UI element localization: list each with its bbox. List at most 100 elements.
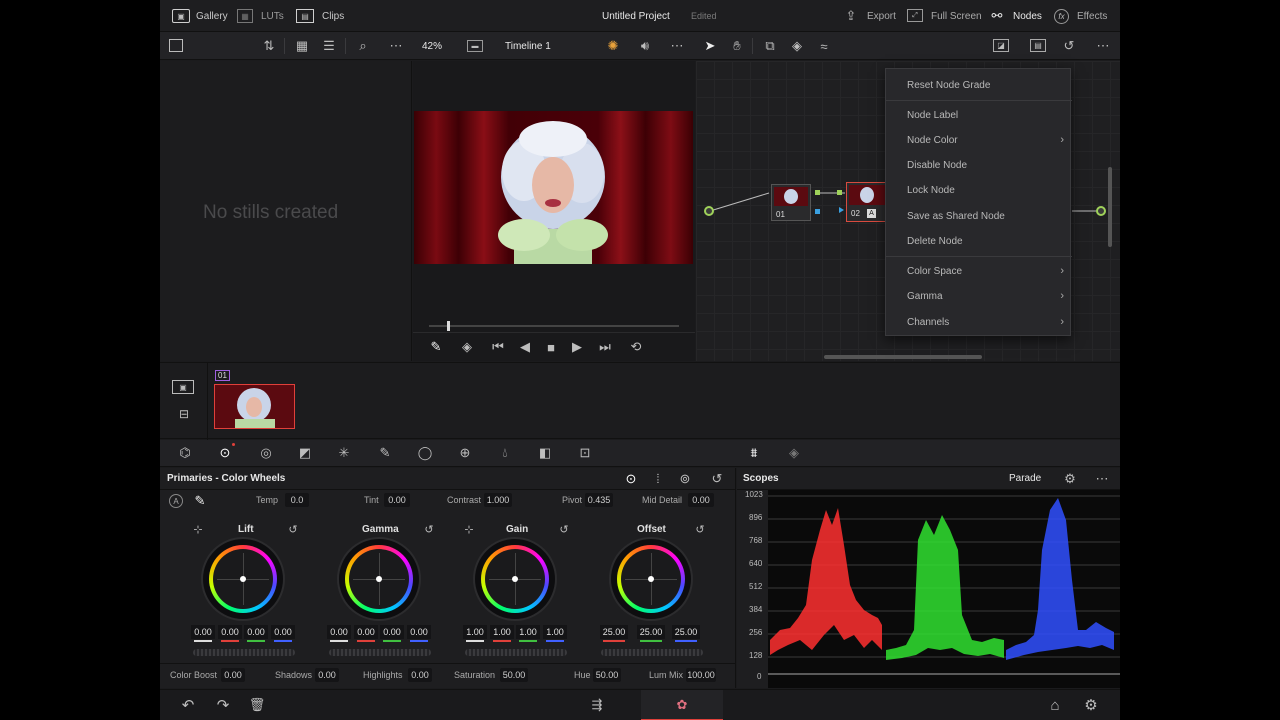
timeline-scrubber[interactable] [429, 325, 679, 327]
layers-icon[interactable]: ◈ [789, 38, 805, 54]
horizontal-scrollbar[interactable] [824, 355, 982, 359]
effects-tab[interactable]: Effects [1077, 11, 1107, 22]
hue-value[interactable]: 50.00 [593, 668, 621, 682]
node-key-connector[interactable] [815, 209, 820, 214]
edit-page-icon[interactable]: ⇶ [586, 696, 608, 714]
lift-picker-icon[interactable]: ⊹ [191, 522, 205, 536]
pointer-icon[interactable]: ➤ [703, 38, 717, 54]
node-output-connector[interactable] [815, 190, 820, 195]
node-layout-icon[interactable]: ⧉ [761, 38, 779, 54]
highlights-value[interactable]: 0.00 [408, 668, 432, 682]
more-options-icon[interactable]: ⋯ [387, 38, 405, 54]
clips-tab[interactable]: Clips [322, 11, 344, 22]
gamma-b-value[interactable]: 0.00 [407, 625, 431, 642]
saturation-value[interactable]: 50.00 [500, 668, 528, 682]
settings-gear-icon[interactable]: ⚙︎ [1082, 696, 1100, 714]
more-options-icon[interactable]: ⋯ [1094, 38, 1112, 54]
menu-item-node-color[interactable]: Node Color › [886, 128, 1072, 152]
eyedropper-icon[interactable]: ✎ [192, 493, 208, 509]
menu-item-reset-node-grade[interactable]: Reset Node Grade [886, 73, 1072, 97]
gain-g-value[interactable]: 1.00 [516, 625, 540, 642]
menu-item-disable-node[interactable]: Disable Node [886, 153, 1072, 177]
tracker-icon[interactable]: ⊕ [456, 444, 474, 462]
gamma-wheel[interactable] [339, 539, 419, 619]
offset-r-value[interactable]: 25.00 [600, 625, 628, 642]
color-wheels-mode-icon[interactable]: ⊙ [623, 471, 639, 487]
wheel-handle[interactable] [240, 576, 246, 582]
loop-icon[interactable]: ⟲ [626, 338, 646, 356]
audio-icon[interactable]: 🔊︎ [636, 38, 654, 54]
gain-b-value[interactable]: 1.00 [543, 625, 567, 642]
blur-icon[interactable]: 💧︎ [496, 444, 514, 462]
gamma-reset-icon[interactable]: ↺ [422, 522, 436, 536]
lift-r-value[interactable]: 0.00 [218, 625, 242, 642]
sidebar-toggle-icon[interactable] [169, 39, 183, 52]
gain-wheel[interactable] [475, 539, 555, 619]
lift-master-wheel[interactable] [193, 649, 295, 656]
contrast-value[interactable]: 1.000 [484, 493, 512, 507]
wheel-handle[interactable] [648, 576, 654, 582]
offset-b-value[interactable]: 25.00 [672, 625, 700, 642]
color-wheels-icon[interactable]: ⊙ [216, 444, 234, 462]
middetail-value[interactable]: 0.00 [688, 493, 714, 507]
playhead[interactable] [447, 321, 450, 331]
node-01[interactable]: 01 [771, 184, 811, 221]
offset-wheel[interactable] [611, 539, 691, 619]
viewer-mode-icon[interactable]: ▬ [467, 40, 483, 52]
sort-icon[interactable]: ⇅ [260, 38, 278, 54]
more-options-icon[interactable]: ⋯ [1093, 471, 1111, 487]
timeline-view-icon[interactable]: ⊟ [173, 407, 195, 421]
trash-icon[interactable]: 🗑︎ [248, 696, 266, 714]
color-sync-icon[interactable]: ✺ [604, 38, 622, 54]
clip-thumbnail[interactable] [214, 384, 295, 429]
auto-balance-button[interactable]: A [169, 494, 183, 508]
offset-reset-icon[interactable]: ↺ [693, 522, 707, 536]
lift-b-value[interactable]: 0.00 [271, 625, 295, 642]
colorboost-value[interactable]: 0.00 [221, 668, 245, 682]
offset-g-value[interactable]: 25.00 [637, 625, 665, 642]
wheel-handle[interactable] [376, 576, 382, 582]
menu-item-color-space[interactable]: Color Space › [886, 259, 1072, 283]
gamma-master-wheel[interactable] [329, 649, 431, 656]
menu-item-node-label[interactable]: Node Label [886, 103, 1072, 127]
input-node-connector[interactable] [704, 206, 714, 216]
scopes-icon[interactable]: ⩩ [745, 444, 763, 462]
search-icon[interactable]: ⌕ [355, 38, 371, 54]
scope-settings-icon[interactable]: ⚙︎ [1062, 471, 1078, 487]
skip-back-icon[interactable]: ⏮︎ [487, 338, 509, 356]
output-node-connector[interactable] [1096, 206, 1106, 216]
color-page-tab[interactable]: ✿ [641, 690, 723, 720]
zoom-level[interactable]: 42% [422, 41, 442, 52]
redo-icon[interactable]: ↷ [213, 696, 233, 714]
node-02[interactable]: 02 A [846, 182, 888, 222]
lift-y-value[interactable]: 0.00 [191, 625, 215, 642]
window-icon[interactable]: ◯ [416, 444, 434, 462]
menu-item-save-shared-node[interactable]: Save as Shared Node [886, 204, 1072, 228]
hand-icon[interactable]: ✋︎ [729, 38, 745, 54]
vertical-scrollbar[interactable] [1108, 167, 1112, 247]
lift-wheel[interactable] [203, 539, 283, 619]
play-icon[interactable]: ▶ [569, 338, 585, 356]
image-icon[interactable]: ◪ [993, 39, 1009, 52]
menu-item-lock-node[interactable]: Lock Node [886, 178, 1072, 202]
gain-reset-icon[interactable]: ↺ [557, 522, 571, 536]
node-key-input-connector[interactable] [839, 207, 844, 213]
info-icon[interactable]: ◈ [785, 444, 803, 462]
clips-view-icon[interactable]: ▣ [172, 380, 194, 394]
layers-icon[interactable]: ◈ [458, 338, 476, 356]
gain-r-value[interactable]: 1.00 [490, 625, 514, 642]
menu-item-delete-node[interactable]: Delete Node [886, 229, 1072, 253]
camera-raw-icon[interactable]: ⌬ [176, 445, 194, 461]
eyedropper-icon[interactable]: ✎ [427, 338, 445, 356]
reset-icon[interactable]: ↺ [1061, 38, 1077, 54]
shadows-value[interactable]: 0.00 [315, 668, 339, 682]
hdr-wheels-icon[interactable]: ◎ [255, 444, 277, 462]
menu-item-gamma[interactable]: Gamma › [886, 284, 1072, 308]
wheel-handle[interactable] [512, 576, 518, 582]
lift-reset-icon[interactable]: ↺ [286, 522, 300, 536]
list-view-icon[interactable]: ☰ [321, 38, 337, 54]
fullscreen-button[interactable]: Full Screen [931, 11, 982, 22]
layout-icon[interactable]: ▤ [1030, 39, 1046, 52]
sizing-icon[interactable]: ⊡ [576, 444, 594, 462]
gamma-y-value[interactable]: 0.00 [327, 625, 351, 642]
